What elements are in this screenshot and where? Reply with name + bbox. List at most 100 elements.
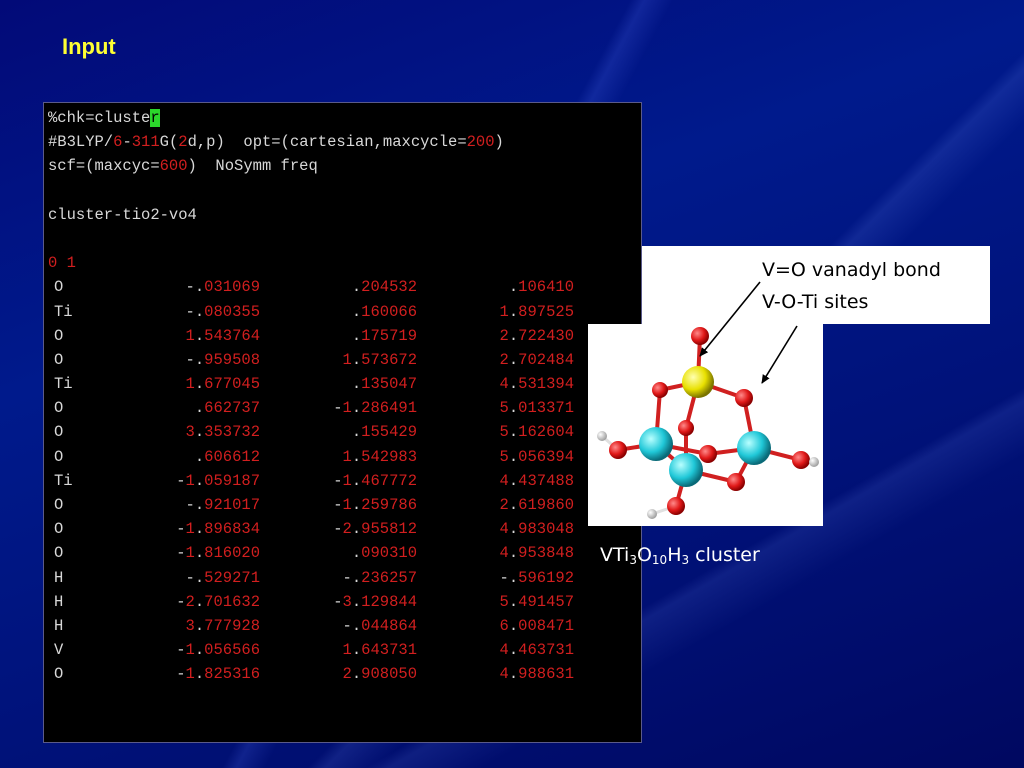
chk-line: %chk=cluster (48, 109, 160, 127)
atom-coord-z: 2.619860 (499, 496, 575, 514)
atom-element: O (54, 423, 64, 442)
atom-element: O (54, 544, 64, 563)
atom-element: Ti (54, 302, 73, 321)
atom-row: Ti -1.059187 -1.467772 4.437488 (48, 469, 641, 493)
atom-coord-x: -1.056566 (176, 641, 260, 660)
atom-coord-x: -.529271 (185, 568, 261, 587)
vanadyl-bond-label: V=O vanadyl bond (762, 259, 941, 281)
atom-coord-z: 2.702484 (499, 350, 575, 369)
cluster-formula-label: VTi3O10H3 cluster (600, 544, 760, 567)
atom-coord-y: 1.542983 (342, 447, 418, 466)
atom-row: O .606612 1.542983 5.056394 (48, 445, 641, 469)
atom-coord-y: .090310 (351, 544, 417, 563)
terminal-window[interactable]: %chk=cluster #B3LYP/6-311G(2d,p) opt=(ca… (43, 102, 642, 743)
atom-element: O (54, 350, 64, 369)
atom-coord-x: -1.825316 (176, 665, 260, 684)
atom-element: V (54, 641, 64, 660)
atom-row: O -.959508 1.573672 2.702484 (48, 348, 641, 372)
atom-coord-z: .106410 (508, 278, 574, 297)
molecule-image (588, 324, 823, 526)
atom-coord-y: 2.908050 (342, 665, 418, 684)
atom-coord-x: 3.353732 (185, 423, 261, 442)
atom-coord-y: .155429 (351, 423, 417, 442)
atom-element: O (54, 496, 64, 514)
job-title-line: cluster-tio2-vo4 (48, 205, 197, 224)
atom-coord-z: 4.463731 (499, 641, 575, 660)
atom-element: O (54, 326, 64, 345)
atom-coord-z: 4.953848 (499, 544, 575, 563)
atom-element: H (54, 616, 64, 635)
atom-row: O -1.896834 -2.955812 4.983048 (48, 517, 641, 541)
atom-coord-x: -1.816020 (176, 544, 260, 563)
atom-coord-x: -.921017 (185, 496, 261, 514)
atom-coord-z: 2.722430 (499, 326, 575, 345)
atom-row: Ti 1.677045 .135047 4.531394 (48, 372, 641, 396)
atom-coord-x: -1.896834 (176, 520, 260, 539)
atom-coord-z: 4.988631 (499, 665, 575, 684)
atom-coord-y: -1.259786 (333, 496, 417, 514)
text-cursor: r (150, 109, 160, 127)
atom-coord-y: -1.467772 (333, 471, 417, 490)
atom-coord-x: -1.059187 (176, 471, 260, 490)
atom-row: O -1.825316 2.908050 4.988631 (48, 662, 641, 686)
atom-element: H (54, 592, 64, 611)
atom-element: O (54, 278, 64, 297)
atom-row: O -1.816020 .090310 4.953848 (48, 541, 641, 565)
atom-coord-z: 4.983048 (499, 520, 575, 539)
atom-coord-x: -.959508 (185, 350, 261, 369)
atom-element: O (54, 665, 64, 684)
atom-row: V -1.056566 1.643731 4.463731 (48, 638, 641, 662)
atom-row: Ti -.080355 .160066 1.897525 (48, 300, 641, 324)
atom-coordinate-list: O -.031069 .204532 .106410 Ti -.080355 .160066… (48, 275, 641, 686)
slide-title: Input (62, 34, 116, 59)
atom-coord-z: 5.056394 (499, 447, 575, 466)
atom-coord-y: -.236257 (342, 568, 418, 587)
atom-row: O 3.353732 .155429 5.162604 (48, 420, 641, 444)
atom-row: O -.921017 -1.259786 2.619860 (48, 493, 641, 517)
atom-row: O 1.543764 .175719 2.722430 (48, 324, 641, 348)
atom-coord-y: .204532 (351, 278, 417, 297)
atom-coord-y: .160066 (351, 302, 417, 321)
atom-element: Ti (54, 375, 73, 394)
atom-row: H -2.701632 -3.129844 5.491457 (48, 590, 641, 614)
atom-coord-z: -.596192 (499, 568, 575, 587)
v-o-ti-sites-label: V-O-Ti sites (762, 291, 869, 313)
atom-coord-y: 1.573672 (342, 350, 418, 369)
atom-coord-z: 4.531394 (499, 375, 575, 394)
atom-element: O (54, 520, 64, 539)
atom-element: H (54, 568, 64, 587)
atom-coord-z: 4.437488 (499, 471, 575, 490)
atom-coord-y: -3.129844 (333, 592, 417, 611)
atom-coord-z: 5.162604 (499, 423, 575, 442)
atom-element: Ti (54, 471, 73, 490)
atom-coord-y: -1.286491 (333, 399, 417, 418)
atom-coord-x: -2.701632 (176, 592, 260, 611)
annotation-box: V=O vanadyl bond V-O-Ti sites (642, 246, 990, 324)
atom-coord-x: .662737 (194, 399, 260, 418)
atom-row: H -.529271 -.236257 -.596192 (48, 566, 641, 590)
atom-coord-x: -.031069 (185, 278, 261, 297)
atom-coord-z: 5.491457 (499, 592, 575, 611)
atom-element: O (54, 399, 64, 418)
atom-coord-x: -.080355 (185, 302, 261, 321)
route-line: #B3LYP/6-311G(2d,p) opt=(cartesian,maxcy… (48, 133, 504, 152)
atom-coord-x: 1.543764 (185, 326, 261, 345)
atom-coord-y: .175719 (351, 326, 417, 345)
atom-coord-x: 3.777928 (185, 616, 261, 635)
atom-row: O -.031069 .204532 .106410 (48, 275, 641, 299)
atom-element: O (54, 447, 64, 466)
atom-row: H 3.777928 -.044864 6.008471 (48, 614, 641, 638)
cluster-structure-icon (597, 327, 819, 519)
atom-coord-y: -2.955812 (333, 520, 417, 539)
atom-row: O .662737 -1.286491 5.013371 (48, 396, 641, 420)
atom-coord-y: -.044864 (342, 616, 418, 635)
atom-coord-z: 1.897525 (499, 302, 575, 321)
atom-coord-x: 1.677045 (185, 375, 261, 394)
atom-coord-z: 6.008471 (499, 616, 575, 635)
scf-line: scf=(maxcyc=600) NoSymm freq (48, 157, 318, 176)
charge-multiplicity-line: 0 1 (48, 254, 76, 273)
atom-coord-y: 1.643731 (342, 641, 418, 660)
atom-coord-z: 5.013371 (499, 399, 575, 418)
